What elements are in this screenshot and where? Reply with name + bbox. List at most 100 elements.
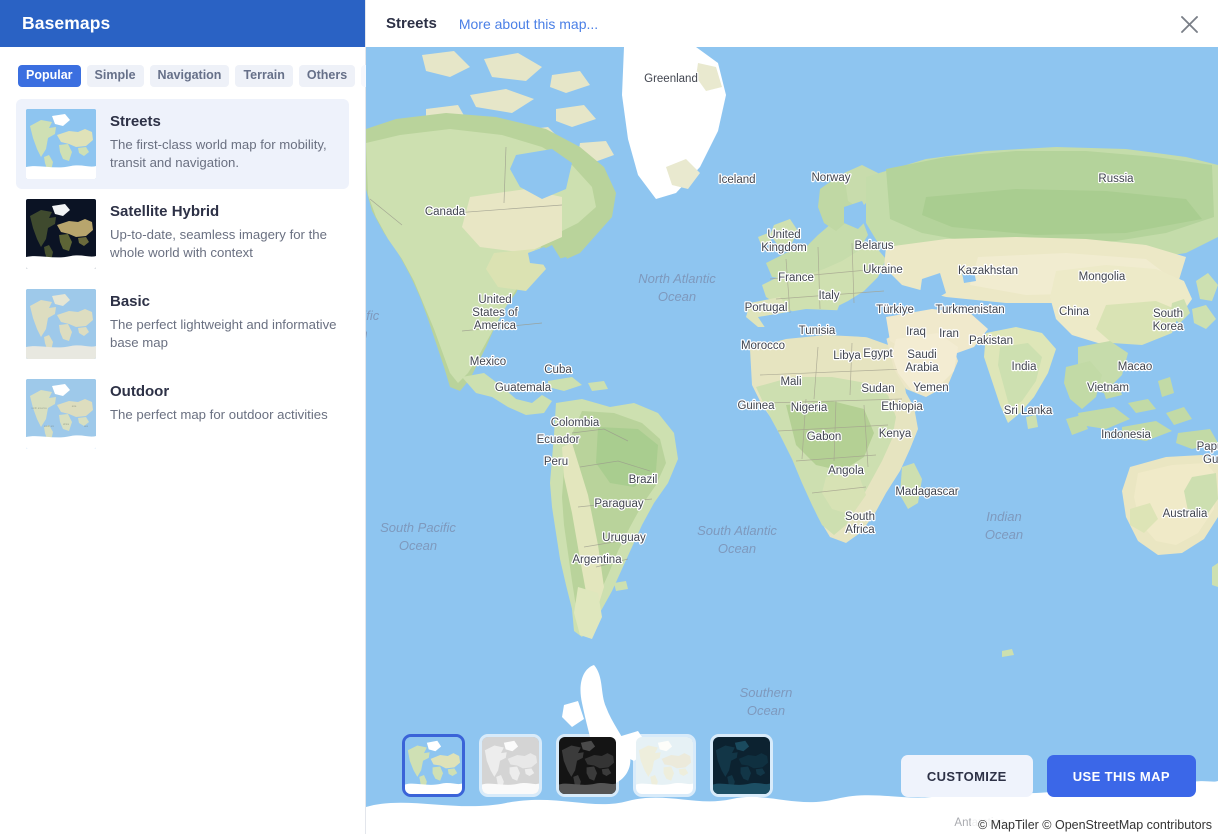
svg-text:africa: africa [63,423,70,426]
sidebar-title: Basemaps [22,13,110,34]
map-action-buttons: CUSTOMIZE USE THIS MAP [901,755,1196,797]
svg-text:Korea: Korea [1153,321,1184,333]
svg-text:Ocean: Ocean [985,527,1023,542]
basemap-desc-basic: The perfect lightweight and informative … [110,316,337,352]
svg-text:China: China [1059,306,1090,318]
svg-text:Nigeria: Nigeria [791,402,828,414]
svg-text:South: South [845,511,875,523]
basemap-title-basic: Basic [110,292,337,311]
map-variant-night[interactable] [710,734,773,797]
svg-text:Iran: Iran [939,328,959,340]
svg-text:Gabon: Gabon [807,431,842,443]
filter-chip-popular[interactable]: Popular [18,65,81,87]
more-about-this-map-link[interactable]: More about this map... [459,16,598,32]
map-name: Streets [386,15,437,32]
basemap-desc-satellite-hybrid: Up-to-date, seamless imagery for the who… [110,226,337,262]
close-icon[interactable] [1174,9,1204,39]
svg-text:Saudi: Saudi [907,349,936,361]
svg-text:north america: north america [31,407,47,410]
basemap-desc-streets: The first-class world map for mobility, … [110,136,337,172]
svg-text:France: France [778,272,814,284]
basemap-thumbnail-satellite-hybrid [26,199,96,269]
filter-chip-others[interactable]: Others [299,65,355,87]
svg-text:Macao: Macao [1118,361,1153,373]
svg-text:Turkmenistan: Turkmenistan [935,304,1004,316]
svg-text:Portugal: Portugal [745,302,788,314]
map-topbar: Streets More about this map... [366,0,1218,47]
svg-text:Mexico: Mexico [470,356,506,368]
svg-text:Italy: Italy [818,290,839,302]
svg-text:Tunisia: Tunisia [799,325,836,337]
svg-text:Kenya: Kenya [879,428,912,440]
map-variant-grayscale[interactable] [479,734,542,797]
svg-text:Uruguay: Uruguay [602,532,646,544]
svg-text:Libya: Libya [833,350,861,362]
basemap-title-satellite-hybrid: Satellite Hybrid [110,202,337,221]
svg-text:Paraguay: Paraguay [594,498,643,510]
basemap-item-basic[interactable]: Basic The perfect lightweight and inform… [16,279,349,369]
svg-text:cific: cific [366,308,380,323]
basemap-text-basic: Basic The perfect lightweight and inform… [110,289,337,352]
filter-chip-simple[interactable]: Simple [87,65,144,87]
filter-chip-terrain[interactable]: Terrain [235,65,292,87]
map-attribution[interactable]: © MapTiler © OpenStreetMap contributors [971,816,1218,834]
basemap-item-satellite-hybrid[interactable]: Satellite Hybrid Up-to-date, seamless im… [16,189,349,279]
world-map[interactable]: Greenland Iceland Canada United Kingdom … [366,47,1218,834]
svg-text:Australia: Australia [1163,508,1208,520]
svg-text:Africa: Africa [845,524,875,536]
svg-text:North Atlantic: North Atlantic [638,271,716,286]
customize-button[interactable]: CUSTOMIZE [901,755,1033,797]
svg-text:Papu: Papu [1197,441,1218,453]
svg-text:Iceland: Iceland [718,174,755,186]
svg-text:America: America [474,320,517,332]
svg-text:South Pacific: South Pacific [380,520,456,535]
sidebar-header: Basemaps [0,0,365,47]
svg-text:Ecuador: Ecuador [537,434,580,446]
svg-text:Indian: Indian [986,509,1021,524]
svg-text:Norway: Norway [812,172,851,184]
svg-text:Russia: Russia [1098,173,1134,185]
svg-text:Guinea: Guinea [737,400,775,412]
svg-text:Ocean: Ocean [658,289,696,304]
filter-chip-navigation[interactable]: Navigation [150,65,230,87]
svg-text:Cuba: Cuba [544,364,572,376]
map-variant-pastel[interactable] [633,734,696,797]
svg-text:Ukraine: Ukraine [863,264,903,276]
svg-text:Pakistan: Pakistan [969,335,1013,347]
svg-text:Peru: Peru [544,456,568,468]
svg-text:south am: south am [44,425,54,428]
svg-text:Brazil: Brazil [629,474,658,486]
svg-text:Iraq: Iraq [906,326,926,338]
svg-text:Mongolia: Mongolia [1079,271,1126,283]
basemap-picker-dialog: Basemaps Popular Simple Navigation Terra… [0,0,1218,834]
svg-text:Mali: Mali [780,376,801,388]
svg-text:Angola: Angola [828,465,864,477]
basemap-text-satellite-hybrid: Satellite Hybrid Up-to-date, seamless im… [110,199,337,262]
map-variant-dark[interactable] [556,734,619,797]
basemap-thumbnail-basic [26,289,96,359]
svg-text:United: United [767,229,800,241]
svg-text:asia: asia [72,405,77,408]
basemap-thumbnail-outdoor: north america asia south am africa aus [26,379,96,449]
map-variant-streets[interactable] [402,734,465,797]
basemap-item-outdoor[interactable]: north america asia south am africa aus O… [16,369,349,459]
svg-text:Canada: Canada [425,206,466,218]
svg-text:Vietnam: Vietnam [1087,382,1129,394]
svg-text:Sri Lanka: Sri Lanka [1004,405,1053,417]
svg-text:Kazakhstan: Kazakhstan [958,265,1018,277]
basemap-item-streets[interactable]: Streets The first-class world map for mo… [16,99,349,189]
use-this-map-button[interactable]: USE THIS MAP [1047,755,1196,797]
svg-text:Belarus: Belarus [855,240,894,252]
basemap-thumbnail-streets [26,109,96,179]
map-preview-panel: Streets More about this map... [366,0,1218,834]
svg-text:Kingdom: Kingdom [761,242,806,254]
svg-text:Argentina: Argentina [572,554,622,566]
svg-text:South: South [1153,308,1183,320]
basemap-desc-outdoor: The perfect map for outdoor activities [110,406,328,424]
svg-text:India: India [1012,361,1038,373]
svg-text:Guatemala: Guatemala [495,382,552,394]
svg-text:United: United [478,294,511,306]
svg-text:n: n [366,326,368,341]
svg-text:Indonesia: Indonesia [1101,429,1151,441]
svg-text:Ocean: Ocean [747,703,785,718]
